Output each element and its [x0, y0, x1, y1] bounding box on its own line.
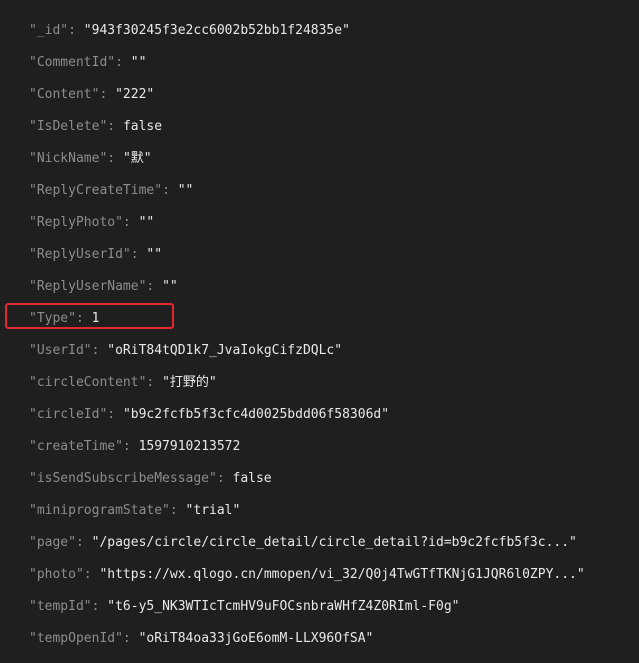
field-key: "UserId" [29, 343, 92, 358]
field-row-nickname[interactable]: "NickName": "默" [0, 143, 639, 175]
field-value: "943f30245f3e2cc6002b52bb1f24835e" [83, 23, 350, 38]
field-separator: : [122, 215, 131, 230]
field-separator: : [146, 279, 155, 294]
field-key: "IsDelete" [29, 119, 108, 134]
field-separator: : [107, 151, 116, 166]
field-value: "oRiT84oa33jGoE6omM-LLX96OfSA" [138, 631, 374, 646]
field-separator: : [91, 343, 100, 358]
field-key: "miniprogramState" [29, 503, 170, 518]
field-key: "createTime" [29, 439, 123, 454]
field-value: "打野的" [162, 375, 217, 390]
field-separator: : [83, 567, 92, 582]
field-separator: : [107, 119, 116, 134]
field-key: "ReplyCreateTime" [29, 183, 163, 198]
field-key: "ReplyUserName" [29, 279, 147, 294]
field-row-page[interactable]: "page": "/pages/circle/circle_detail/cir… [0, 527, 639, 559]
json-document-view: "_id": "943f30245f3e2cc6002b52bb1f24835e… [0, 15, 639, 655]
field-row-createtime[interactable]: "createTime": 1597910213572 [0, 431, 639, 463]
field-key: "_id" [29, 23, 69, 38]
field-value: "" [162, 279, 178, 294]
field-separator: : [122, 631, 131, 646]
field-key: "NickName" [29, 151, 108, 166]
field-row-commentid[interactable]: "CommentId": "" [0, 47, 639, 79]
field-value: "" [138, 215, 155, 230]
field-value: false [232, 471, 272, 486]
field-row-circlecontent[interactable]: "circleContent": "打野的" [0, 367, 639, 399]
field-row-replyuserid[interactable]: "ReplyUserId": "" [0, 239, 639, 271]
field-key: "photo" [29, 567, 84, 582]
field-key: "tempId" [29, 599, 92, 614]
field-row-userid[interactable]: "UserId": "oRiT84tQD1k7_JvaIokgCifzDQLc" [0, 335, 639, 367]
field-value: "222" [115, 87, 155, 102]
field-value: "" [177, 183, 194, 198]
field-separator: : [99, 87, 108, 102]
field-separator: : [107, 407, 116, 422]
field-row-replycreatetime[interactable]: "ReplyCreateTime": "" [0, 175, 639, 207]
field-key: "circleId" [29, 407, 108, 422]
field-value: "b9c2fcfb5f3cfc4d0025bdd06f58306d" [122, 407, 390, 422]
field-separator: : [115, 55, 123, 70]
field-value: "trial" [185, 503, 241, 518]
field-value: "/pages/circle/circle_detail/circle_deta… [91, 535, 577, 550]
field-key: "tempOpenId" [29, 631, 123, 646]
field-separator: : [68, 23, 76, 38]
field-row-issendsubscribemessage[interactable]: "isSendSubscribeMessage": false [0, 463, 639, 495]
field-separator: : [169, 503, 178, 518]
field-value: "t6-y5_NK3WTIcTcmHV9uFOCsnbraWHfZ4Z0RIml… [107, 599, 460, 614]
field-separator: : [216, 471, 225, 486]
field-key: "page" [29, 535, 76, 550]
field-row-circleid[interactable]: "circleId": "b9c2fcfb5f3cfc4d0025bdd06f5… [0, 399, 639, 431]
field-key: "circleContent" [29, 375, 147, 390]
field-value: "" [146, 247, 163, 262]
field-separator: : [75, 535, 84, 550]
field-value: "" [130, 55, 147, 70]
field-separator: : [162, 183, 170, 198]
field-separator: : [146, 375, 155, 390]
field-row-photo[interactable]: "photo": "https://wx.qlogo.cn/mmopen/vi_… [0, 559, 639, 591]
field-row-content[interactable]: "Content": "222" [0, 79, 639, 111]
field-value: 1597910213572 [138, 439, 241, 454]
field-row-tempid[interactable]: "tempId": "t6-y5_NK3WTIcTcmHV9uFOCsnbraW… [0, 591, 639, 623]
field-key: "CommentId" [29, 55, 116, 70]
field-key: "Content" [29, 87, 100, 102]
field-row-id[interactable]: "_id": "943f30245f3e2cc6002b52bb1f24835e… [0, 15, 639, 47]
field-row-miniprogramstate[interactable]: "miniprogramState": "trial" [0, 495, 639, 527]
field-row-replyphoto[interactable]: "ReplyPhoto": "" [0, 207, 639, 239]
field-key: "ReplyUserId" [29, 247, 131, 262]
field-key: "ReplyPhoto" [29, 215, 123, 230]
field-row-tempopenid[interactable]: "tempOpenId": "oRiT84oa33jGoE6omM-LLX96O… [0, 623, 639, 655]
field-value: "默" [122, 151, 152, 166]
field-separator: : [122, 439, 131, 454]
field-value: "https://wx.qlogo.cn/mmopen/vi_32/Q0j4Tw… [99, 567, 585, 582]
field-value: false [122, 119, 163, 134]
field-separator: : [91, 599, 100, 614]
highlight-box [5, 303, 174, 329]
field-value: "oRiT84tQD1k7_JvaIokgCifzDQLc" [107, 343, 343, 358]
field-row-isdelete[interactable]: "IsDelete": false [0, 111, 639, 143]
field-key: "isSendSubscribeMessage" [29, 471, 217, 486]
field-row-replyusername[interactable]: "ReplyUserName": "" [0, 271, 639, 303]
field-separator: : [130, 247, 139, 262]
